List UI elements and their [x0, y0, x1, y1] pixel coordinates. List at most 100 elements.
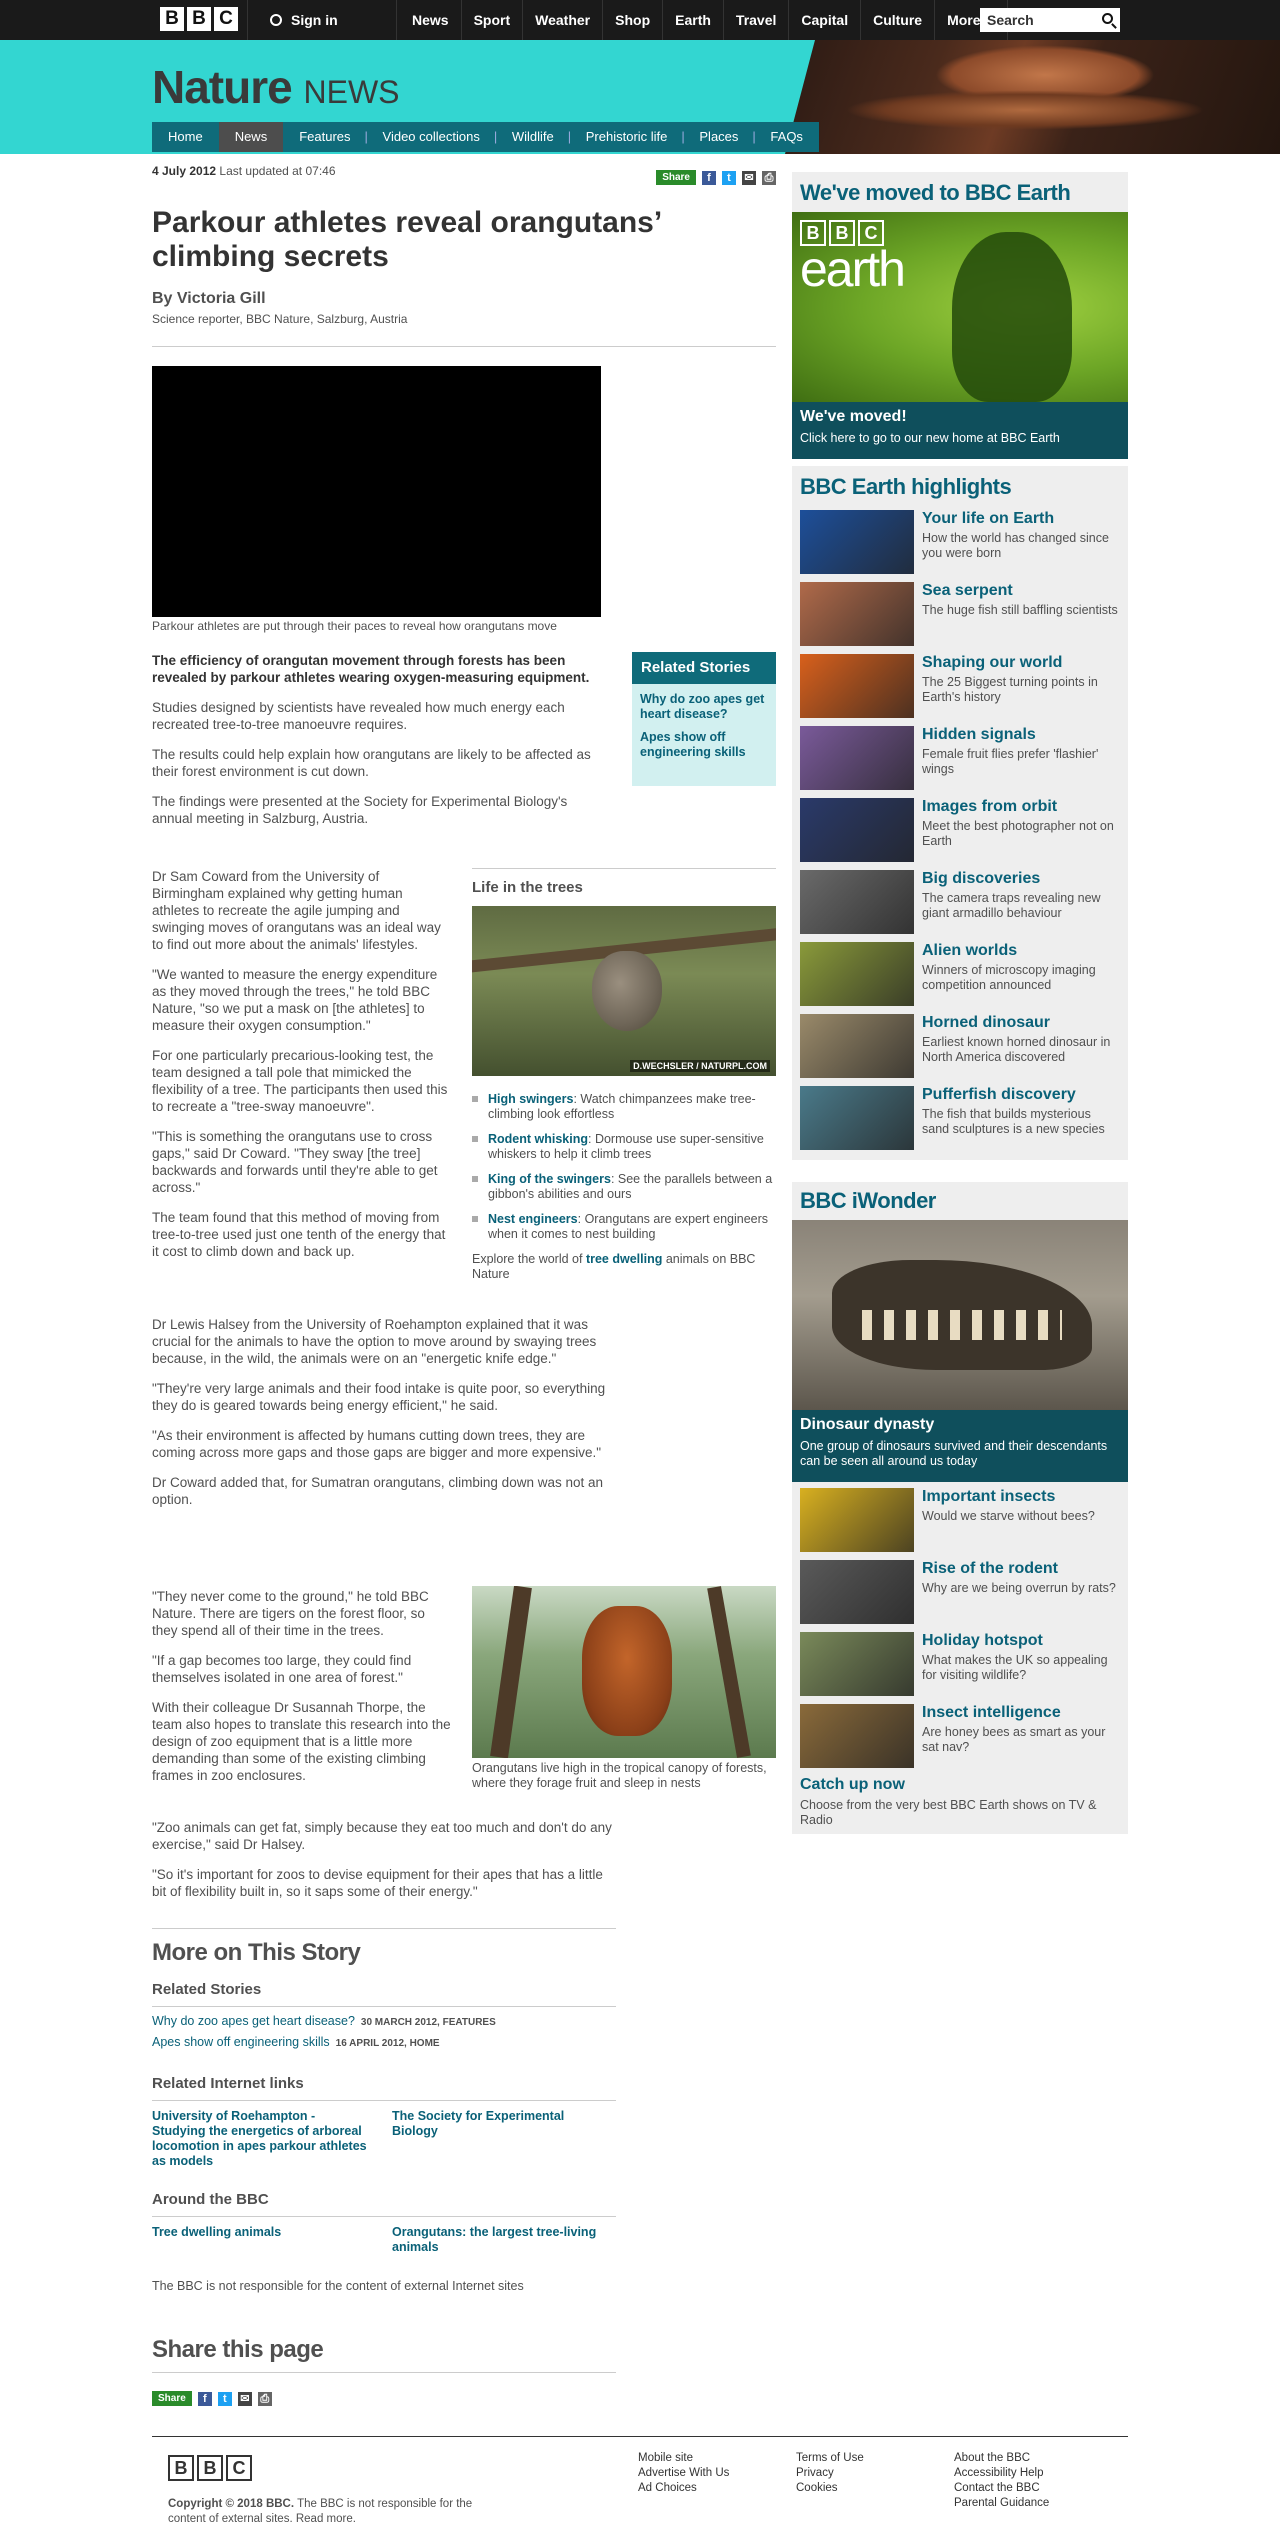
email-icon[interactable]: ✉: [237, 2391, 252, 2406]
highlight-title[interactable]: Insect intelligence: [922, 1704, 1120, 1722]
twitter-icon[interactable]: t: [722, 170, 736, 185]
nav-capital[interactable]: Capital: [789, 0, 862, 40]
nature-news-logo[interactable]: Nature NEWS: [152, 60, 400, 114]
share-button[interactable]: Share: [152, 2391, 192, 2406]
highlight-thumbnail[interactable]: [800, 1488, 914, 1552]
search-icon[interactable]: [1102, 13, 1113, 24]
footer-link[interactable]: Parental Guidance: [954, 2496, 1049, 2511]
around-link[interactable]: Tree dwelling animals: [152, 2225, 372, 2255]
highlight-thumbnail[interactable]: [800, 798, 914, 862]
email-icon[interactable]: ✉: [742, 170, 756, 185]
moved-bar[interactable]: We've moved! Click here to go to our new…: [792, 402, 1128, 459]
highlight-thumbnail[interactable]: [800, 1704, 914, 1768]
footer-link[interactable]: Terms of Use: [796, 2451, 864, 2466]
footer-link[interactable]: Advertise With Us: [638, 2466, 729, 2481]
footer-link[interactable]: Ad Choices: [638, 2481, 729, 2496]
highlight-item[interactable]: Sea serpent The huge fish still baffling …: [800, 582, 1120, 654]
nav-shop[interactable]: Shop: [603, 0, 664, 40]
highlight-title[interactable]: Images from orbit: [922, 798, 1120, 816]
nav-travel[interactable]: Travel: [724, 0, 790, 40]
highlight-thumbnail[interactable]: [800, 1086, 914, 1150]
moved-to-bbc-earth[interactable]: We've moved to BBC Earth BBC earth We've…: [792, 172, 1128, 459]
highlight-title[interactable]: Alien worlds: [922, 942, 1120, 960]
highlight-item[interactable]: Images from orbit Meet the best photograp…: [800, 798, 1120, 870]
search-input[interactable]: Search: [980, 8, 1120, 32]
around-link[interactable]: Orangutans: the largest tree-living anim…: [392, 2225, 612, 2255]
dinosaur-dynasty-bar[interactable]: Dinosaur dynasty One group of dinosaurs …: [792, 1410, 1128, 1482]
highlight-title[interactable]: Big discoveries: [922, 870, 1120, 888]
footer-link[interactable]: About the BBC: [954, 2451, 1049, 2466]
highlight-item[interactable]: Shaping our world The 25 Biggest turning …: [800, 654, 1120, 726]
highlight-title[interactable]: Important insects: [922, 1488, 1095, 1506]
nav-weather[interactable]: Weather: [523, 0, 604, 40]
secnav-faqs[interactable]: FAQs: [752, 122, 819, 152]
highlight-item[interactable]: Holiday hotspot What makes the UK so appe…: [800, 1632, 1120, 1704]
highlight-thumbnail[interactable]: [800, 1632, 914, 1696]
sign-in-link[interactable]: Sign in: [247, 0, 397, 40]
bbc-earth-image[interactable]: BBC earth: [792, 212, 1128, 402]
tree-link[interactable]: Rodent whisking: [488, 1132, 588, 1146]
secnav-home[interactable]: Home: [152, 122, 219, 152]
highlight-title[interactable]: Sea serpent: [922, 582, 1118, 600]
footer-link[interactable]: Privacy: [796, 2466, 864, 2481]
highlight-title[interactable]: Horned dinosaur: [922, 1014, 1120, 1032]
internet-link[interactable]: University of Roehampton - Studying the …: [152, 2109, 372, 2169]
highlight-item[interactable]: Horned dinosaur Earliest known horned din…: [800, 1014, 1120, 1086]
highlight-item[interactable]: Pufferfish discovery The fish that builds…: [800, 1086, 1120, 1158]
tree-dwelling-link[interactable]: tree dwelling: [586, 1252, 662, 1266]
related-link[interactable]: Apes show off engineering skills: [632, 730, 776, 760]
secnav-prehistoric-life[interactable]: Prehistoric life: [568, 122, 684, 152]
highlight-title[interactable]: Pufferfish discovery: [922, 1086, 1120, 1104]
video-player[interactable]: [152, 366, 601, 617]
nav-earth[interactable]: Earth: [663, 0, 724, 40]
highlight-item[interactable]: Important insects Would we starve without…: [800, 1488, 1120, 1560]
nav-sport[interactable]: Sport: [462, 0, 524, 40]
related-story-link[interactable]: Apes show off engineering skills: [152, 2035, 330, 2049]
nav-news[interactable]: News: [400, 0, 462, 40]
secnav-wildlife[interactable]: Wildlife: [494, 122, 570, 152]
highlight-thumbnail[interactable]: [800, 1014, 914, 1078]
highlight-item[interactable]: Hidden signals Female fruit flies prefer …: [800, 726, 1120, 798]
secnav-places[interactable]: Places: [681, 122, 754, 152]
footer-link[interactable]: Accessibility Help: [954, 2466, 1049, 2481]
facebook-icon[interactable]: f: [197, 2391, 212, 2406]
highlight-thumbnail[interactable]: [800, 870, 914, 934]
nav-culture[interactable]: Culture: [861, 0, 936, 40]
highlight-thumbnail[interactable]: [800, 582, 914, 646]
secnav-news[interactable]: News: [218, 122, 284, 152]
related-link[interactable]: Why do zoo apes get heart disease?: [632, 692, 776, 722]
print-icon[interactable]: ⎙: [762, 170, 776, 185]
highlight-item[interactable]: Your life on Earth How the world has chan…: [800, 510, 1120, 582]
dinosaur-image[interactable]: [792, 1220, 1128, 1410]
twitter-icon[interactable]: t: [217, 2391, 232, 2406]
tree-link[interactable]: High swingers: [488, 1092, 573, 1106]
internet-link[interactable]: The Society for Experimental Biology: [392, 2109, 612, 2169]
highlight-title[interactable]: Shaping our world: [922, 654, 1120, 672]
highlight-title[interactable]: Holiday hotspot: [922, 1632, 1120, 1650]
highlight-thumbnail[interactable]: [800, 654, 914, 718]
footer-link[interactable]: Mobile site: [638, 2451, 729, 2466]
tree-link[interactable]: Nest engineers: [488, 1212, 578, 1226]
highlight-item[interactable]: Big discoveries The camera traps revealin…: [800, 870, 1120, 942]
highlight-item[interactable]: Insect intelligence Are honey bees as sma…: [800, 1704, 1120, 1776]
share-button[interactable]: Share: [656, 170, 696, 185]
highlight-title[interactable]: Your life on Earth: [922, 510, 1120, 528]
highlight-title[interactable]: Rise of the rodent: [922, 1560, 1116, 1578]
related-story-link[interactable]: Why do zoo apes get heart disease?: [152, 2014, 355, 2028]
tree-link[interactable]: King of the swingers: [488, 1172, 611, 1186]
catch-up[interactable]: Catch up now Choose from the very best B…: [800, 1776, 1120, 1828]
highlight-thumbnail[interactable]: [800, 510, 914, 574]
highlight-item[interactable]: Alien worlds Winners of microscopy imagin…: [800, 942, 1120, 1014]
highlight-title[interactable]: Hidden signals: [922, 726, 1120, 744]
highlight-thumbnail[interactable]: [800, 1560, 914, 1624]
highlight-thumbnail[interactable]: [800, 726, 914, 790]
highlight-thumbnail[interactable]: [800, 942, 914, 1006]
print-icon[interactable]: ⎙: [257, 2391, 272, 2406]
highlight-item[interactable]: Rise of the rodent Why are we being overr…: [800, 1560, 1120, 1632]
facebook-icon[interactable]: f: [702, 170, 716, 185]
footer-link[interactable]: Cookies: [796, 2481, 864, 2496]
secnav-features[interactable]: Features: [283, 122, 366, 152]
bbc-logo[interactable]: BBC: [160, 7, 238, 31]
bbc-logo[interactable]: BBC: [168, 2455, 252, 2481]
secnav-video-collections[interactable]: Video collections: [365, 122, 496, 152]
